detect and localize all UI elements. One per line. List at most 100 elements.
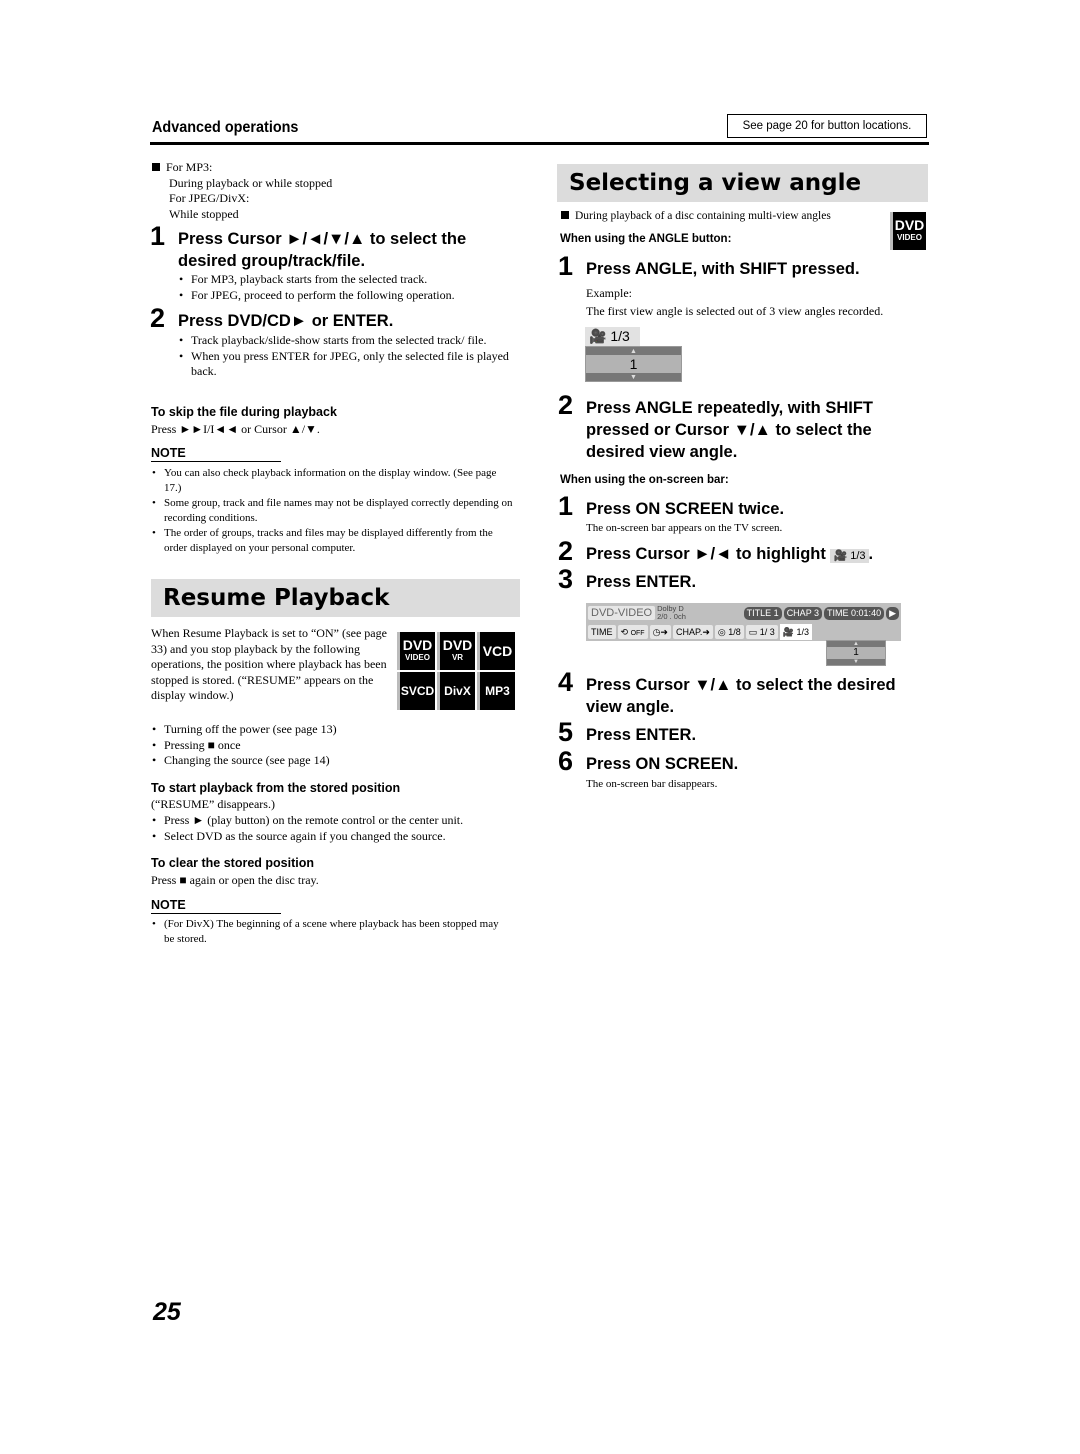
step-number: 5: [558, 717, 574, 747]
badge-dvd-vr: DVD VR: [437, 632, 475, 670]
bullet-item: Press ► (play button) on the remote cont…: [151, 813, 521, 829]
step-text: Press ANGLE, with SHIFT pressed.: [586, 260, 860, 278]
badge-label: DVD: [402, 637, 433, 653]
badge-label: MP3: [485, 684, 510, 698]
skip-text: Press ►►I/I◄◄ or Cursor ▲/▼.: [151, 422, 320, 436]
badge-divx: DivX: [437, 672, 475, 710]
on-screen-bar-row-2: TIME ⟲ OFF ◷➜ CHAP.➜ ◎ 1/8 ▭ 1/ 3 🎥 1/3: [586, 623, 901, 641]
note-list: (For DivX) The beginning of a scene wher…: [151, 917, 501, 947]
square-bullet-icon: [561, 211, 569, 219]
subtitle-icon: ▭: [748, 627, 758, 637]
angle-value: 1: [586, 355, 681, 373]
clear-heading: To clear the stored position: [151, 856, 314, 870]
bullet-item: Pressing ■ once: [151, 738, 511, 754]
example-text: The first view angle is selected out of …: [586, 304, 884, 318]
intro-line: While stopped: [169, 206, 239, 221]
step-number: 2: [558, 536, 574, 566]
step-number: 1: [558, 251, 574, 281]
audio-format: Dolby D 2/0 . 0ch: [657, 605, 686, 621]
resume-intro: When Resume Playback is set to “ON” (see…: [151, 626, 387, 702]
bullet-item: Select DVD as the source again if you ch…: [151, 829, 521, 845]
step-text: Press Cursor ►/◄ to highlight: [586, 545, 826, 563]
onscreen-step-1-sub: The on-screen bar appears on the TV scre…: [586, 522, 783, 534]
step-number: 2: [558, 390, 574, 420]
audio-icon: ◎: [717, 627, 726, 637]
header-rule: [150, 142, 929, 145]
note-heading: NOTE: [151, 446, 281, 462]
time-button: TIME: [588, 625, 616, 639]
play-icon: ▶: [886, 606, 899, 620]
angle-selector: ▲ 1 ▼: [585, 346, 682, 382]
badge-dvd-video: DVD VIDEO: [890, 212, 926, 250]
step-number: 3: [558, 564, 574, 594]
square-bullet-icon: [152, 163, 160, 171]
skip-heading: To skip the file during playback: [151, 405, 337, 419]
badge-sublabel: VIDEO: [897, 233, 922, 242]
angle-chip: 🎥 1/3: [830, 549, 869, 563]
badge-svcd: SVCD: [397, 672, 435, 710]
step-text: Press ANGLE repeatedly, with SHIFT press…: [586, 399, 873, 461]
step-1-bullets: For MP3, playback starts from the select…: [178, 272, 518, 303]
angle-fraction: 1/3: [610, 328, 630, 344]
bullet-item: Turning off the power (see page 13): [151, 722, 511, 738]
camera-icon: 🎥: [833, 550, 848, 562]
chapter-indicator: CHAP 3: [783, 606, 823, 620]
page-number: 25: [153, 1298, 181, 1326]
note-item: (For DivX) The beginning of a scene wher…: [151, 917, 501, 947]
angle-button: 🎥 1/3: [779, 624, 813, 640]
bullet-item: For MP3, playback starts from the select…: [178, 272, 518, 288]
step-number: 6: [558, 746, 574, 776]
example-label: Example:: [586, 286, 632, 300]
step-2-bullets: Track playback/slide-show starts from th…: [178, 333, 523, 380]
note-item: You can also check playback information …: [151, 466, 516, 496]
step-text: Press ON SCREEN.: [586, 755, 739, 773]
disc-type: DVD-VIDEO: [588, 606, 656, 620]
onscreen-step-4: 4 Press Cursor ▼/▲ to select the desired…: [558, 669, 931, 718]
audio-label: 1/8: [728, 627, 741, 637]
camera-icon: 🎥: [589, 328, 607, 344]
step-1-select: 1 Press Cursor ►/◄/▼/▲ to select the des…: [150, 223, 518, 272]
bullet-item: Changing the source (see page 14): [151, 753, 511, 769]
note-list: You can also check playback information …: [151, 466, 516, 556]
badge-dvd-video: DVD VIDEO: [397, 632, 435, 670]
section-label: Advanced operations: [152, 119, 299, 136]
badge-sublabel: VR: [451, 653, 464, 662]
repeat-icon: ⟲: [620, 627, 629, 637]
step-number: 2: [150, 303, 166, 333]
repeat-label: OFF: [630, 630, 645, 637]
badge-label: DVD: [442, 637, 473, 653]
angle-label: 1/3: [796, 627, 810, 637]
angle-step-2: 2 Press ANGLE repeatedly, with SHIFT pre…: [558, 392, 926, 463]
see-page-note: See page 20 for button locations.: [727, 114, 927, 138]
start-heading: To start playback from the stored positi…: [151, 781, 401, 795]
onscreen-step-5: 5 Press ENTER.: [558, 719, 926, 746]
step-number: 1: [150, 221, 166, 251]
angle-value: 1: [827, 647, 885, 659]
clock-icon: ◷➜: [652, 627, 668, 637]
title-indicator: TITLE 1: [743, 606, 782, 620]
angle-dropdown: ▲ 1 ▼: [826, 640, 886, 666]
note-heading: NOTE: [151, 898, 281, 914]
badge-vcd: VCD: [477, 632, 515, 670]
time-indicator: TIME 0:01:40: [824, 606, 885, 620]
start-bullets: Press ► (play button) on the remote cont…: [151, 813, 521, 844]
subtitle-label: 1/ 3: [759, 627, 775, 637]
resume-bullets: Turning off the power (see page 13) Pres…: [151, 722, 511, 769]
subtitle-button: ▭ 1/ 3: [745, 625, 778, 639]
condition-text: During playback of a disc containing mul…: [561, 209, 831, 225]
chapter-search-button: CHAP.➜: [672, 625, 713, 639]
step-text-end: .: [868, 545, 874, 563]
note-item: The order of groups, tracks and files ma…: [151, 526, 516, 556]
view-angle-title: Selecting a view angle: [557, 164, 928, 202]
badge-label: VCD: [482, 643, 513, 659]
time-search-button: ◷➜: [649, 625, 671, 639]
chip-label: 1/3: [850, 550, 866, 562]
badge-label: DivX: [444, 684, 471, 698]
clear-text: Press ■ again or open the disc tray.: [151, 873, 319, 887]
up-arrow-icon: ▲: [586, 347, 681, 355]
step-text: Press ENTER.: [586, 573, 697, 591]
onscreen-step-6-sub: The on-screen bar disappears.: [586, 778, 718, 790]
step-number: 1: [558, 491, 574, 521]
step-2-play: 2 Press DVD/CD► or ENTER.: [150, 305, 518, 332]
onscreen-step-1: 1 Press ON SCREEN twice.: [558, 493, 926, 520]
